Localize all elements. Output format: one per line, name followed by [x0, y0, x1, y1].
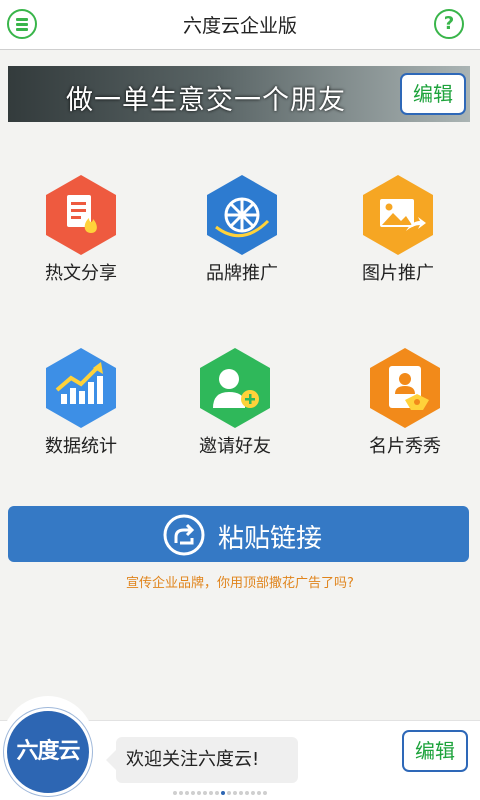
grid-item-brand-promotion[interactable]: 品牌推广 — [162, 173, 322, 313]
pager-dot — [227, 791, 231, 795]
pager-dot — [203, 791, 207, 795]
pager-dot — [257, 791, 261, 795]
pager-dot — [173, 791, 177, 795]
invite-friend-icon — [200, 348, 270, 428]
pager-dot — [251, 791, 255, 795]
statistics-icon — [46, 348, 116, 428]
business-card-icon — [370, 348, 440, 428]
grid-item-statistics[interactable]: 数据统计 — [1, 346, 161, 486]
image-promotion-icon — [363, 175, 433, 255]
pager-dot — [233, 791, 237, 795]
pager-dot — [245, 791, 249, 795]
grid-label: 热文分享 — [45, 263, 117, 284]
promo-hint-link[interactable]: 宣传企业品牌，你用顶部撒花广告了吗? — [0, 572, 480, 591]
welcome-bubble: 欢迎关注六度云! — [106, 737, 298, 783]
grid-item-business-card[interactable]: 名片秀秀 — [325, 346, 480, 486]
ad-banner[interactable]: 做一单生意交一个朋友 编辑 — [8, 66, 470, 122]
grid-item-invite-friend[interactable]: 邀请好友 — [155, 346, 315, 486]
grid-label: 图片推广 — [362, 263, 434, 284]
grid-label: 品牌推广 — [206, 263, 278, 284]
paste-link-button[interactable]: 粘贴链接 — [8, 506, 469, 562]
grid-item-hot-article[interactable]: 热文分享 — [1, 173, 161, 313]
banner-edit-button[interactable]: 编辑 — [400, 73, 466, 115]
top-bar: 六度云企业版 ? — [0, 0, 480, 50]
pager-dot — [185, 791, 189, 795]
pager-dot — [263, 791, 267, 795]
help-icon[interactable]: ? — [434, 9, 464, 39]
paste-link-label: 粘贴链接 — [218, 524, 323, 554]
grid-label: 数据统计 — [45, 436, 117, 457]
pager-dot-active — [221, 791, 225, 795]
grid-label: 邀请好友 — [199, 436, 271, 457]
brand-logo: 六度云 — [4, 708, 92, 796]
pager-dot — [215, 791, 219, 795]
pager-dot — [191, 791, 195, 795]
hot-article-icon — [46, 175, 116, 255]
pager-dot — [239, 791, 243, 795]
pager-dot — [179, 791, 183, 795]
share-arrow-icon — [163, 514, 205, 556]
brand-promotion-icon — [207, 175, 277, 255]
grid-label: 名片秀秀 — [369, 436, 441, 457]
pager-dot — [197, 791, 201, 795]
page-indicator — [173, 791, 267, 797]
footer-edit-button[interactable]: 编辑 — [402, 730, 468, 772]
grid-item-image-promotion[interactable]: 图片推广 — [318, 173, 478, 313]
app-title: 六度云企业版 — [182, 15, 297, 37]
pager-dot — [209, 791, 213, 795]
banner-slogan: 做一单生意交一个朋友 — [66, 85, 346, 116]
